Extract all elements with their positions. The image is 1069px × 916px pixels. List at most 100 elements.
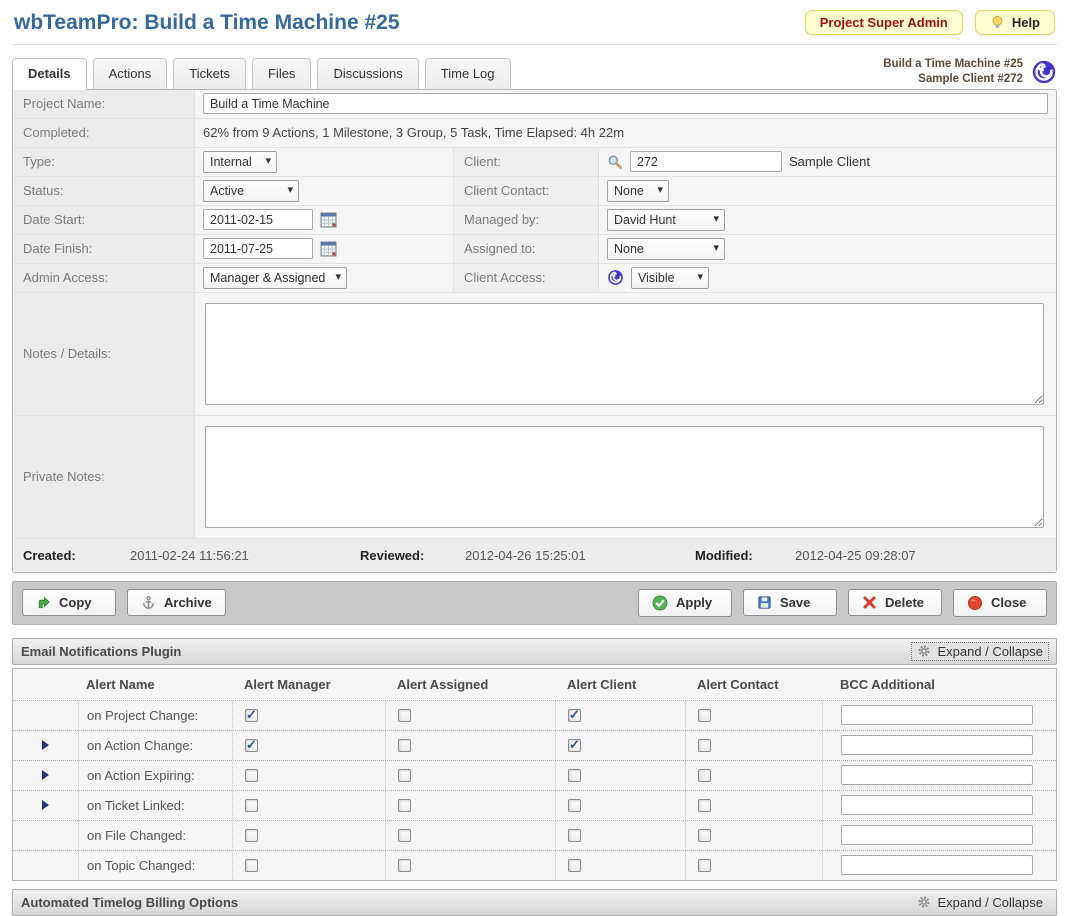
col-alert-client: Alert Client: [555, 669, 685, 700]
tab-discussions[interactable]: Discussions: [317, 58, 418, 89]
alert-client-checkbox[interactable]: [568, 769, 581, 782]
alert-manager-checkbox[interactable]: [245, 769, 258, 782]
expand-row-arrow-icon[interactable]: [42, 740, 49, 750]
bcc-additional-input[interactable]: [841, 735, 1033, 755]
alert-contact-checkbox[interactable]: [698, 829, 711, 842]
save-floppy-icon: [757, 595, 772, 610]
admin-access-select[interactable]: Manager & Assigned: [203, 267, 347, 289]
alert-assigned-checkbox[interactable]: [398, 859, 411, 872]
tab-bar: Details Actions Tickets Files Discussion…: [12, 57, 1057, 89]
client-contact-select[interactable]: None: [607, 180, 669, 202]
date-start-input[interactable]: [203, 209, 313, 230]
email-plugin-expand-collapse[interactable]: Expand / Collapse: [912, 643, 1048, 660]
apply-button[interactable]: Apply: [638, 589, 732, 617]
copy-label: Copy: [59, 595, 92, 610]
alert-row-name: on Project Change:: [78, 701, 232, 730]
alert-manager-checkbox[interactable]: [245, 829, 258, 842]
close-button[interactable]: Close: [953, 589, 1047, 617]
notes-textarea[interactable]: [205, 303, 1044, 405]
tab-details[interactable]: Details: [12, 58, 87, 90]
alert-contact-checkbox[interactable]: [698, 709, 711, 722]
client-access-select[interactable]: Visible: [631, 267, 709, 289]
alert-assigned-checkbox[interactable]: [398, 769, 411, 782]
date-finish-input[interactable]: [203, 238, 313, 259]
delete-button[interactable]: Delete: [848, 589, 942, 616]
tab-tickets[interactable]: Tickets: [173, 58, 246, 89]
client-id-input[interactable]: [630, 151, 782, 172]
alert-row-name: on Ticket Linked:: [78, 791, 232, 820]
archive-button[interactable]: Archive: [127, 589, 226, 616]
assigned-to-label: Assigned to:: [453, 235, 599, 263]
billing-options-expand-collapse[interactable]: Expand / Collapse: [912, 894, 1048, 911]
alert-contact-checkbox[interactable]: [698, 769, 711, 782]
alert-contact-checkbox[interactable]: [698, 799, 711, 812]
alert-row-name: on Topic Changed:: [78, 851, 232, 880]
alert-assigned-checkbox[interactable]: [398, 799, 411, 812]
tab-actions[interactable]: Actions: [93, 58, 168, 89]
col-alert-name: Alert Name: [78, 669, 232, 700]
expand-row-arrow-icon[interactable]: [42, 800, 49, 810]
project-super-admin-button[interactable]: Project Super Admin: [805, 10, 963, 35]
alert-client-checkbox[interactable]: [568, 739, 581, 752]
status-select[interactable]: Active: [203, 180, 299, 202]
copy-button[interactable]: Copy: [22, 589, 116, 616]
completed-row: Completed: 62% from 9 Actions, 1 Milesto…: [13, 119, 1056, 148]
type-select-wrap: Internal: [203, 151, 277, 173]
reviewed-value: 2012-04-26 15:25:01: [465, 548, 695, 563]
client-contact-label: Client Contact:: [453, 177, 599, 205]
alert-manager-checkbox[interactable]: [245, 859, 258, 872]
project-name-input[interactable]: [203, 93, 1048, 114]
expand-row-arrow-icon[interactable]: [42, 770, 49, 780]
completed-value: 62% from 9 Actions, 1 Milestone, 3 Group…: [195, 119, 1056, 147]
gear-icon: [917, 895, 931, 909]
alert-client-checkbox[interactable]: [568, 829, 581, 842]
bcc-additional-input[interactable]: [841, 705, 1033, 725]
client-access-label: Client Access:: [453, 264, 599, 292]
apply-label: Apply: [676, 595, 712, 610]
copy-arrow-icon: [36, 595, 51, 610]
help-button[interactable]: Help: [975, 10, 1055, 35]
date-start-label: Date Start:: [13, 206, 195, 234]
table-row: on Action Expiring:: [13, 760, 1056, 790]
table-row: on Topic Changed:: [13, 850, 1056, 880]
project-context: Build a Time Machine #25 Sample Client #…: [883, 57, 1057, 89]
managed-by-select[interactable]: David Hunt: [607, 209, 725, 231]
alert-assigned-checkbox[interactable]: [398, 709, 411, 722]
alert-row-name: on Action Expiring:: [78, 761, 232, 790]
search-icon[interactable]: [607, 154, 623, 170]
created-value: 2011-02-24 11:56:21: [130, 548, 360, 563]
alert-client-checkbox[interactable]: [568, 709, 581, 722]
type-select[interactable]: Internal: [203, 151, 277, 173]
save-button[interactable]: Save: [743, 589, 837, 616]
apply-check-icon: [652, 595, 668, 611]
calendar-icon[interactable]: [320, 240, 337, 257]
alert-client-checkbox[interactable]: [568, 859, 581, 872]
bcc-additional-input[interactable]: [841, 825, 1033, 845]
alert-contact-checkbox[interactable]: [698, 739, 711, 752]
alerts-header-row: Alert Name Alert Manager Alert Assigned …: [13, 669, 1056, 700]
calendar-icon[interactable]: [320, 211, 337, 228]
bcc-additional-input[interactable]: [841, 795, 1033, 815]
top-header: wbTeamPro: Build a Time Machine #25 Proj…: [12, 0, 1057, 45]
alert-client-checkbox[interactable]: [568, 799, 581, 812]
private-notes-textarea[interactable]: [205, 426, 1044, 528]
table-row: on File Changed:: [13, 820, 1056, 850]
type-client-row: Type: Internal Client: Sample Client: [13, 148, 1056, 177]
alert-assigned-checkbox[interactable]: [398, 739, 411, 752]
alert-contact-checkbox[interactable]: [698, 859, 711, 872]
type-label: Type:: [13, 148, 195, 176]
bcc-additional-input[interactable]: [841, 765, 1033, 785]
alert-manager-checkbox[interactable]: [245, 799, 258, 812]
alert-manager-checkbox[interactable]: [245, 709, 258, 722]
assigned-to-select[interactable]: None: [607, 238, 725, 260]
tab-time-log[interactable]: Time Log: [425, 58, 511, 89]
alert-assigned-checkbox[interactable]: [398, 829, 411, 842]
alert-manager-checkbox[interactable]: [245, 739, 258, 752]
bcc-additional-input[interactable]: [841, 855, 1033, 875]
close-circle-icon: [967, 595, 983, 611]
tab-files[interactable]: Files: [252, 58, 311, 89]
datestart-managedby-row: Date Start: Managed by: David Hunt: [13, 206, 1056, 235]
col-alert-contact: Alert Contact: [685, 669, 822, 700]
header-arrow-gutter: [13, 669, 78, 700]
col-alert-assigned: Alert Assigned: [385, 669, 555, 700]
